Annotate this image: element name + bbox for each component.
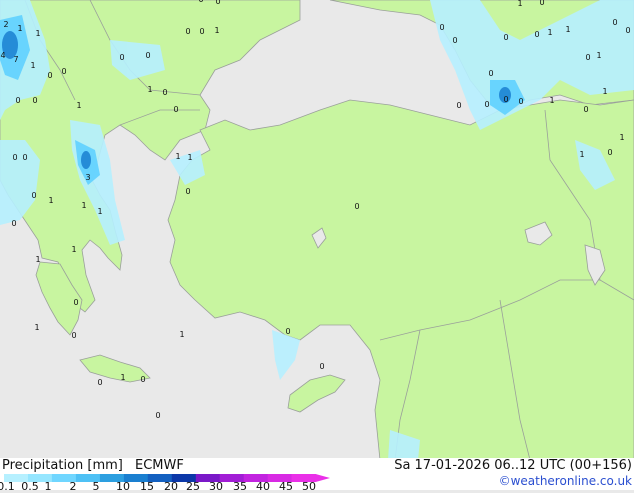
legend-tick-label: 2 [69,480,77,493]
precipitation-map: 2 114 71001001 00 00 00310 001101101001 0011 100… [0,0,634,460]
precipitation-value-label: 0 [354,202,359,211]
legend-tick-label: 25 [186,480,200,493]
precipitation-value-label: 0 [539,0,544,7]
legend-tick-label: 30 [209,480,223,493]
precipitation-value-label: 0 [452,36,457,45]
precipitation-value-label: 0 [162,88,167,97]
precipitation-value-label: 0 [12,153,17,162]
precipitation-value-label: 1 [619,133,624,142]
precipitation-value-label: 1 [549,96,554,105]
legend-tick-label: 40 [256,480,270,493]
precipitation-value-label: 1 [547,28,552,37]
legend-tick-label: 0.1 [0,480,15,493]
legend-tick-label: 1 [44,480,52,493]
precipitation-value-label: 3 [85,173,90,182]
precipitation-value-label: 0 [71,331,76,340]
model-name: ECMWF [135,458,184,473]
precipitation-value-label: 1 [35,29,40,38]
legend-tick-label: 20 [164,480,178,493]
precipitation-value-label: 0 [319,362,324,371]
legend-arrow [315,474,330,482]
precipitation-value-label: 0 [32,96,37,105]
precipitation-value-label: 0 [61,67,66,76]
precipitation-value-label: 1 [187,153,192,162]
precipitation-value-label: 1 [48,196,53,205]
precipitation-value-label: 0 [199,27,204,36]
title-text: Precipitation [mm] [2,458,123,473]
precipitation-value-label: 1 [34,323,39,332]
precipitation-value-label: 1 [179,330,184,339]
precipitation-value-label: 1 [97,207,102,216]
precipitation-value-label: 0 [31,191,36,200]
precipitation-value-label: 0 [155,411,160,420]
precipitation-value-label: 0 [583,105,588,114]
precipitation-value-label: 2 [3,20,8,29]
precipitation-value-label: 0 [456,101,461,110]
precipitation-value-label: 0 [607,148,612,157]
precipitation-value-label: 1 [596,51,601,60]
legend-tick-label: 0.5 [21,480,39,493]
precipitation-value-label: 0 [47,71,52,80]
precipitation-value-label: 1 [517,0,522,8]
precipitation-value-label: 4 [0,51,5,60]
precipitation-value-label: 0 [503,95,508,104]
precipitation-value-label: 1 [120,373,125,382]
map-footer: Precipitation [mm] ECMWF Sa 17-01-2026 0… [0,458,634,493]
precipitation-value-label: 1 [35,255,40,264]
precipitation-value-label: 1 [81,201,86,210]
precipitation-value-label: 0 [11,219,16,228]
precipitation-value-label: 0 [198,0,203,4]
precipitation-value-label: 1 [565,25,570,34]
precipitation-value-label: 0 [612,18,617,27]
precipitation-value-label: 0 [145,51,150,60]
precipitation-value-label: 1 [71,245,76,254]
legend-tick-label: 10 [116,480,130,493]
chart-title: Precipitation [mm] ECMWF [2,458,184,473]
precipitation-value-label: 0 [215,0,220,6]
legend-tick-label: 5 [92,480,100,493]
precipitation-value-label: 0 [119,53,124,62]
precipitation-value-label: 1 [214,26,219,35]
precipitation-value-label: 0 [439,23,444,32]
precipitation-value-label: 0 [22,153,27,162]
precipitation-value-label: 0 [488,69,493,78]
legend-tick-label: 45 [279,480,293,493]
legend-tick-label: 15 [140,480,154,493]
precipitation-value-label: 0 [185,27,190,36]
credit-link[interactable]: ©weatheronline.co.uk [499,474,632,488]
precipitation-value-label: 1 [30,61,35,70]
precipitation-value-label: 1 [17,24,22,33]
precipitation-value-label: 0 [285,327,290,336]
precipitation-value-label: 0 [585,53,590,62]
legend-tick-label: 35 [233,480,247,493]
precipitation-value-label: 0 [140,375,145,384]
precipitation-value-label: 1 [602,87,607,96]
precipitation-value-label: 1 [175,152,180,161]
legend-tick-label: 50 [302,480,316,493]
precipitation-value-label: 0 [185,187,190,196]
precipitation-value-label: 0 [503,33,508,42]
precipitation-value-label: 0 [534,30,539,39]
precipitation-value-label: 0 [484,100,489,109]
precipitation-value-label: 0 [15,96,20,105]
precipitation-value-label: 0 [73,298,78,307]
precipitation-value-label: 1 [147,85,152,94]
precipitation-value-label: 7 [13,55,18,64]
forecast-datetime: Sa 17-01-2026 06..12 UTC (00+156) [394,458,632,473]
precipitation-value-label: 0 [625,26,630,35]
precipitation-value-label: 1 [76,101,81,110]
precipitation-value-label: 1 [579,150,584,159]
precipitation-value-label: 0 [173,105,178,114]
precipitation-value-label: 0 [518,97,523,106]
precipitation-value-label: 0 [97,378,102,387]
